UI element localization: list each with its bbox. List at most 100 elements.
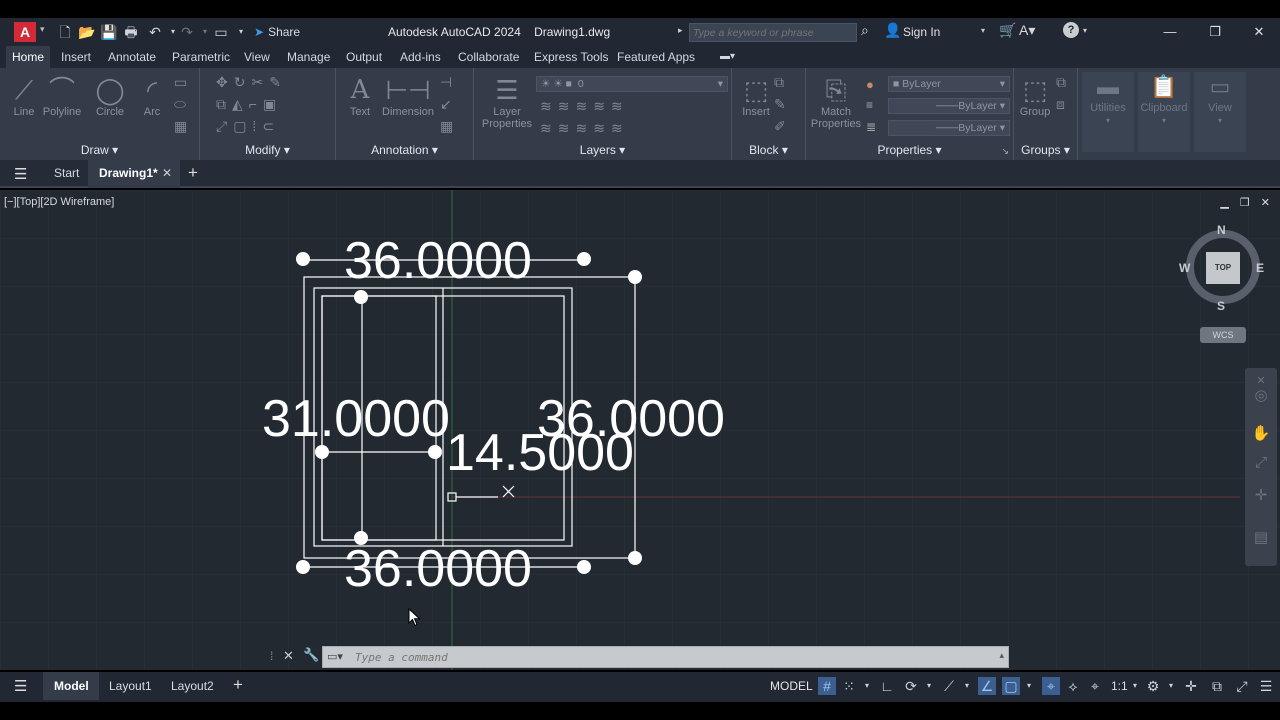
lineweight-icon[interactable]: ≣ — [866, 120, 876, 134]
command-line-drag-handle-icon[interactable]: ⁞ — [270, 649, 273, 663]
share-button[interactable]: ➤ Share — [254, 23, 300, 41]
viewport-close-icon[interactable]: ✕ — [1261, 197, 1270, 209]
grip[interactable] — [577, 560, 591, 574]
modify-tools-row-1[interactable]: ✥↻✂✎ — [216, 74, 287, 94]
ellipse-icon[interactable]: ⬭ — [174, 96, 198, 116]
linetype-dropdown[interactable]: ───ByLayer ▾ — [888, 98, 1010, 114]
layers-panel-title[interactable]: Layers ▾ — [474, 143, 731, 157]
command-line-close-icon[interactable]: ✕ — [283, 648, 294, 664]
close-icon[interactable]: ✕ — [1249, 23, 1269, 41]
isometric-icon[interactable]: ⟋ — [940, 677, 958, 695]
layout-tab-model[interactable]: Model — [43, 672, 99, 700]
annotation-panel-title[interactable]: Annotation ▾ — [336, 143, 473, 157]
block-attribute-icon[interactable]: ✐ — [774, 118, 792, 138]
group-edit-icon[interactable]: ⧈ — [1056, 96, 1071, 116]
viewport-restore-icon[interactable]: ❐ — [1240, 197, 1250, 209]
compass-south[interactable]: S — [1217, 299, 1225, 313]
polyline-tool[interactable]: ⌒ Polyline — [38, 74, 86, 118]
zoom-icon[interactable]: ⤢ — [1251, 454, 1271, 471]
tab-drawing1[interactable]: Drawing1* ✕ — [88, 160, 180, 188]
new-file-icon[interactable]: 🗋 — [56, 23, 74, 41]
object-snap-icon[interactable]: ▢ — [1002, 677, 1020, 695]
modify-tools-row-2[interactable]: ⧉◭⌐▣ — [216, 96, 282, 116]
tab-output[interactable]: Output — [340, 46, 388, 68]
ungroup-icon[interactable]: ⧉ — [1056, 74, 1072, 94]
create-block-icon[interactable]: ⧉ — [774, 74, 790, 94]
tab-manage[interactable]: Manage — [281, 46, 336, 68]
wcs-menu[interactable]: WCS — [1200, 327, 1246, 343]
tab-express-tools[interactable]: Express Tools — [528, 46, 614, 68]
clean-screen-icon[interactable]: ⤢ — [1233, 677, 1251, 695]
snap-dropdown-icon[interactable]: ▾ — [858, 677, 876, 695]
tab-parametric[interactable]: Parametric — [166, 46, 236, 68]
user-icon[interactable]: 👤 — [884, 22, 901, 39]
view-panel[interactable]: ▭ View ▾ — [1194, 72, 1246, 152]
viewcube-top-face[interactable]: TOP — [1206, 252, 1240, 284]
viewcube[interactable]: N S E W TOP — [1179, 222, 1264, 314]
block-panel-title[interactable]: Block ▾ — [732, 143, 805, 157]
grip[interactable] — [296, 560, 310, 574]
grip[interactable] — [354, 290, 368, 304]
close-tab-icon[interactable]: ✕ — [162, 166, 172, 180]
sign-in-dropdown-icon[interactable]: ▾ — [981, 26, 985, 35]
workspace-switching-gear-icon[interactable]: ⚙ — [1144, 677, 1162, 695]
isometric-dropdown-icon[interactable]: ▾ — [958, 677, 976, 695]
groups-panel-title[interactable]: Groups ▾ — [1014, 143, 1077, 157]
ortho-icon[interactable]: ∟ — [878, 677, 896, 695]
modify-panel-title[interactable]: Modify ▾ — [200, 143, 335, 157]
new-tab-icon[interactable]: + — [188, 163, 198, 183]
dimension-text-top[interactable]: 36.0000 — [344, 232, 532, 290]
print-icon[interactable]: 🖶 — [122, 23, 140, 41]
isolate-objects-icon[interactable]: ⧉ — [1208, 677, 1226, 695]
circle-tool[interactable]: ◯ Circle — [86, 74, 134, 118]
layouts-menu-icon[interactable]: ☰ — [14, 677, 27, 695]
draw-panel-title[interactable]: Draw ▾ — [0, 143, 199, 157]
arc-tool[interactable]: ◜ Arc — [128, 74, 176, 118]
clipboard-panel[interactable]: 📋 Clipboard ▾ — [1138, 72, 1190, 152]
cart-icon[interactable]: 🛒 — [999, 22, 1016, 39]
application-menu-caret-icon[interactable]: ▾ — [40, 24, 45, 35]
tab-featured-apps[interactable]: Featured Apps — [611, 46, 701, 68]
minimize-icon[interactable]: — — [1160, 23, 1180, 41]
grip[interactable] — [296, 252, 310, 266]
pan-icon[interactable]: ✋ — [1251, 424, 1271, 442]
compass-north[interactable]: N — [1217, 223, 1226, 237]
table-icon[interactable]: ▦ — [440, 118, 459, 138]
layer-dropdown[interactable]: ☀ ☀ ■ 0 ▾ — [536, 76, 728, 92]
color-dropdown[interactable]: ■ ByLayer ▾ — [888, 76, 1010, 92]
dimension-text-bottom[interactable]: 36.0000 — [344, 540, 532, 598]
help-dropdown-icon[interactable]: ▾ — [1083, 26, 1087, 35]
showmotion-icon[interactable]: ▤ — [1251, 528, 1271, 546]
polar-dropdown-icon[interactable]: ▾ — [920, 677, 938, 695]
autodesk-app-icon[interactable]: A▾ — [1019, 22, 1035, 39]
grid-toggle-icon[interactable]: # — [818, 677, 836, 695]
properties-panel-title[interactable]: Properties ▾ — [806, 143, 1013, 157]
tab-home[interactable]: Home — [6, 46, 51, 68]
grip[interactable] — [628, 270, 642, 284]
workspace-dropdown-icon[interactable]: ▾ — [1162, 677, 1180, 695]
quick-access-customize-icon[interactable]: ▾ — [232, 23, 250, 41]
insert-block-tool[interactable]: ⬚ Insert — [732, 74, 780, 118]
polar-tracking-icon[interactable]: ⟳ — [902, 677, 920, 695]
group-tool[interactable]: ⬚ Group — [1014, 74, 1056, 118]
customization-icon[interactable]: ☰ — [1257, 677, 1275, 695]
search-input[interactable] — [689, 23, 857, 42]
tab-insert[interactable]: Insert — [55, 46, 97, 68]
workspace-icon[interactable]: ▭ — [212, 23, 230, 41]
sign-in-button[interactable]: Sign In — [903, 25, 940, 39]
tab-view[interactable]: View — [238, 46, 276, 68]
help-icon[interactable]: ? — [1063, 22, 1079, 38]
save-icon[interactable]: 💾 — [100, 23, 118, 41]
search-icon[interactable]: ⌕ — [861, 22, 869, 39]
grip[interactable] — [577, 252, 591, 266]
new-layout-icon[interactable]: + — [233, 675, 243, 695]
tab-start[interactable]: Start — [54, 166, 79, 180]
wrench-icon[interactable]: 🔧 — [303, 647, 319, 663]
auto-scale-icon[interactable]: ⟡ — [1064, 677, 1082, 695]
redo-icon[interactable]: ↷ — [178, 23, 196, 41]
rectangle-icon[interactable]: ▭ — [174, 74, 198, 94]
tab-add-ins[interactable]: Add-ins — [394, 46, 447, 68]
undo-icon[interactable]: ↶ — [146, 23, 164, 41]
annotation-monitor-icon[interactable]: ⌖ — [1086, 677, 1104, 695]
command-input[interactable] — [355, 648, 975, 666]
